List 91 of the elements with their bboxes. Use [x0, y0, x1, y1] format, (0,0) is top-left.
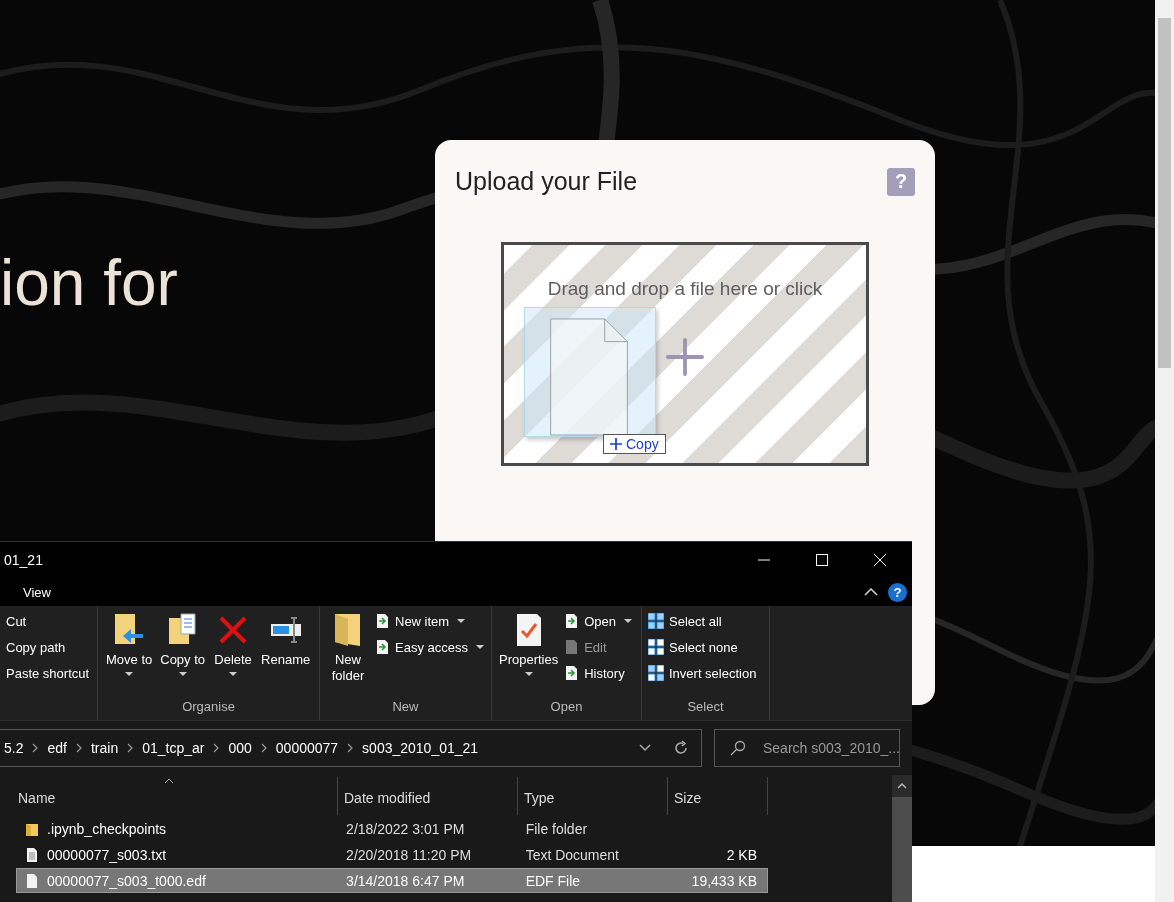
- column-header[interactable]: Name: [0, 777, 338, 815]
- group-label: Select: [686, 698, 725, 716]
- address-bar[interactable]: 5.2 edf train 01_tcp_ar 000 00000077 s003_2010_01_21: [0, 729, 702, 767]
- group-label: Organise: [181, 698, 236, 716]
- chevron-icon: [260, 743, 267, 753]
- type-cell-text: Text Document: [524, 846, 620, 863]
- ribbon-button[interactable]: Easy access: [374, 636, 487, 658]
- group-label: New: [391, 698, 420, 716]
- path-crumb[interactable]: 01_tcp_ar: [137, 740, 210, 756]
- caret-icon: [125, 672, 134, 676]
- drop-prompt: Drag and drop a file here or click: [547, 278, 823, 300]
- path-crumb[interactable]: train: [85, 740, 124, 756]
- path-crumb[interactable]: 00000077: [270, 740, 344, 756]
- page-heading: ion for: [0, 246, 179, 321]
- document-icon: [25, 872, 39, 889]
- search-icon: [730, 740, 746, 756]
- column-header[interactable]: Date modified: [338, 777, 518, 815]
- document-icon: [25, 846, 39, 863]
- ribbon-button[interactable]: Rename: [259, 610, 313, 698]
- type-cell-text: File folder: [524, 820, 589, 837]
- list-scrollbar[interactable]: [892, 775, 912, 902]
- file-row[interactable]: 00000077_s003.txt 2/20/2018 11:20 PM Text Document 2 KB: [16, 842, 768, 867]
- size-cell-text: 19,433 KB: [690, 872, 758, 889]
- ribbon-button[interactable]: Copy path: [6, 636, 90, 658]
- ribbon-button[interactable]: New item: [374, 610, 487, 632]
- sort-icon: [163, 778, 174, 784]
- command-icon: [374, 639, 390, 655]
- close-icon[interactable]: [874, 554, 886, 566]
- path-crumb[interactable]: 000: [223, 740, 257, 756]
- window-title: 01_21: [4, 552, 43, 568]
- type-cell-text: EDF File: [524, 872, 582, 889]
- path-crumb[interactable]: 5.2: [0, 740, 29, 756]
- date-cell-text: 3/14/2018 6:47 PM: [345, 872, 466, 889]
- ribbon-button[interactable]: Copy to: [158, 610, 208, 698]
- ribbon-button[interactable]: Invert selection: [648, 662, 757, 684]
- ribbon-button[interactable]: Select none: [648, 636, 757, 658]
- command-icon: [648, 639, 664, 655]
- command-icon: [374, 613, 390, 629]
- scroll-up-icon[interactable]: [897, 783, 907, 789]
- command-icon: [648, 665, 664, 681]
- plus-icon: [666, 338, 704, 376]
- document-icon: [549, 318, 629, 436]
- ribbon-button[interactable]: Open: [563, 610, 635, 632]
- caret-icon: [457, 619, 466, 623]
- ribbon-button[interactable]: Move to: [104, 610, 155, 698]
- ribbon-button[interactable]: Delete: [211, 610, 256, 698]
- file-name: 00000077_s003.txt: [47, 846, 167, 863]
- ribbon-button[interactable]: New folder: [326, 610, 370, 698]
- help-icon[interactable]: ?: [888, 582, 907, 602]
- command-icon: [563, 665, 580, 681]
- ribbon-button[interactable]: Properties: [498, 610, 560, 698]
- plus-icon: [610, 438, 622, 450]
- chevron-icon: [127, 743, 134, 753]
- column-header[interactable]: Size: [668, 777, 768, 815]
- command-icon: [648, 613, 664, 629]
- chevron-icon: [213, 743, 220, 753]
- path-crumb[interactable]: edf: [42, 740, 72, 756]
- chevron-icon: [347, 743, 354, 753]
- ribbon-button[interactable]: Select all: [648, 610, 757, 632]
- maximize-icon[interactable]: [816, 554, 828, 566]
- page-scrollbar[interactable]: [1155, 0, 1174, 902]
- group-label: Open: [549, 698, 584, 716]
- date-cell-text: 2/18/2022 3:01 PM: [345, 820, 466, 837]
- size-cell-text: 2 KB: [725, 846, 758, 863]
- file-name: .ipynb_checkpoints: [47, 820, 167, 837]
- ribbon-button[interactable]: Paste shortcut: [6, 662, 90, 684]
- ribbon-button[interactable]: History: [563, 662, 635, 684]
- dropdown-icon[interactable]: [639, 744, 651, 752]
- collapse-icon[interactable]: [864, 588, 878, 596]
- chevron-icon: [75, 743, 82, 753]
- file-row[interactable]: 00000077_s003_t000.edf 3/14/2018 6:47 PM EDF File 19,433 KB: [16, 868, 768, 893]
- caret-icon: [229, 672, 238, 676]
- caret-icon: [476, 645, 484, 649]
- refresh-icon[interactable]: [673, 740, 689, 756]
- chevron-icon: [32, 743, 39, 753]
- ribbon-button[interactable]: Cut: [6, 610, 90, 632]
- ribbon-tab[interactable]: View: [23, 582, 51, 602]
- card-title: Upload your File: [455, 167, 638, 196]
- file-name: 00000077_s003_t000.edf: [47, 872, 206, 889]
- search-field[interactable]: Search s003_2010_...: [714, 729, 900, 767]
- command-icon: [563, 613, 580, 629]
- path-crumb[interactable]: s003_2010_01_21: [357, 740, 484, 756]
- column-header[interactable]: Type: [518, 777, 668, 815]
- caret-icon: [624, 619, 632, 623]
- caret-icon: [178, 672, 187, 676]
- copy-label: Copy: [626, 436, 659, 452]
- caret-icon: [524, 672, 533, 676]
- file-row[interactable]: .ipynb_checkpoints 2/18/2022 3:01 PM File folder: [16, 816, 768, 841]
- command-icon: [563, 639, 580, 655]
- drop-zone[interactable]: Drag and drop a file here or click Copy: [501, 242, 869, 466]
- date-cell-text: 2/20/2018 11:20 PM: [345, 846, 473, 863]
